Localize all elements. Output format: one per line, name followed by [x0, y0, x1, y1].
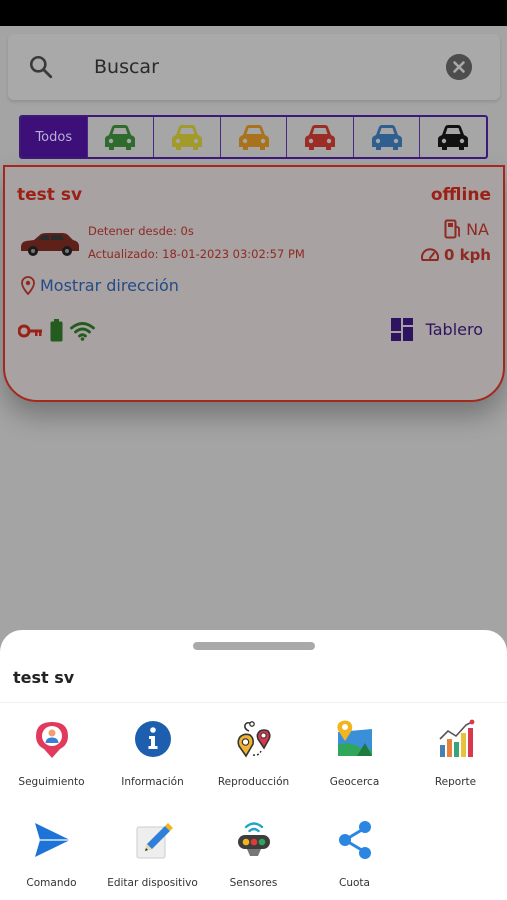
last-updated: Actualizado: 18-01-2023 03:02:57 PM	[88, 247, 305, 261]
action-sensors-label: Sensores	[229, 877, 278, 889]
car-yellow-icon	[171, 125, 202, 150]
playback-icon	[236, 721, 271, 758]
action-playback-label: Reproducción	[217, 776, 290, 788]
clear-search-icon[interactable]	[446, 54, 472, 80]
info-icon	[134, 721, 171, 757]
speed-value: 0 kph	[443, 246, 491, 264]
filter-yellow-button[interactable]	[153, 117, 220, 157]
filter-green-button[interactable]	[86, 117, 154, 157]
dashboard-label: Tablero	[425, 320, 483, 339]
stopped-since: Detener desde: 0s	[88, 224, 194, 238]
battery-icon	[50, 319, 63, 342]
actions-bottom-sheet: test sv Seguimiento Información Reproduc…	[0, 630, 507, 900]
speed-info: 0 kph	[420, 246, 491, 264]
action-info-label: Información	[121, 776, 184, 788]
geofence-icon	[336, 720, 372, 756]
action-edit-device-label: Editar dispositivo	[107, 877, 198, 889]
search-icon[interactable]	[28, 54, 54, 80]
action-info[interactable]: Información	[102, 719, 203, 788]
share-icon	[338, 821, 371, 859]
sensors-icon	[237, 822, 270, 856]
dashboard-icon	[390, 318, 413, 341]
action-report[interactable]: Reporte	[405, 719, 506, 788]
action-sensors[interactable]: Sensores	[203, 820, 304, 889]
status-bar	[0, 0, 507, 26]
car-red-icon	[305, 125, 336, 150]
car-green-icon	[105, 125, 136, 150]
ignition-key-icon	[18, 324, 42, 337]
car-orange-icon	[238, 125, 269, 150]
filter-all-label: Todos	[35, 129, 73, 145]
edit-device-icon	[136, 823, 173, 859]
show-address-label: Mostrar dirección	[40, 276, 179, 295]
sheet-drag-handle[interactable]	[193, 642, 315, 650]
action-command[interactable]: Comando	[1, 820, 102, 889]
action-playback[interactable]: Reproducción	[203, 719, 304, 788]
command-icon	[34, 823, 70, 857]
signal-wifi-icon	[70, 321, 95, 341]
action-geofence-label: Geocerca	[329, 776, 380, 788]
sheet-title: test sv	[13, 668, 75, 687]
action-command-label: Comando	[26, 877, 77, 889]
filter-red-button[interactable]	[286, 117, 353, 157]
action-tracking[interactable]: Seguimiento	[1, 719, 102, 788]
tracking-icon	[35, 722, 68, 758]
action-share-label: Cuota	[339, 877, 370, 889]
vehicle-filter-bar: Todos	[19, 115, 488, 159]
search-bar	[8, 34, 500, 100]
device-name: test sv	[17, 185, 83, 205]
car-blue-icon	[371, 125, 402, 150]
dashboard-button[interactable]: Tablero	[390, 318, 483, 341]
filter-all-button[interactable]: Todos	[21, 117, 87, 157]
action-tracking-label: Seguimiento	[18, 776, 85, 788]
location-pin-icon	[21, 276, 35, 295]
speedometer-icon	[420, 248, 439, 261]
action-report-label: Reporte	[434, 776, 477, 788]
show-address-link[interactable]: Mostrar dirección	[21, 276, 179, 295]
sheet-divider	[0, 702, 507, 703]
action-edit-device[interactable]: Editar dispositivo	[102, 820, 203, 889]
device-indicators	[18, 319, 95, 342]
action-geofence[interactable]: Geocerca	[304, 719, 405, 788]
filter-orange-button[interactable]	[219, 117, 287, 157]
fuel-value: NA	[466, 219, 489, 239]
fuel-icon	[444, 219, 461, 239]
filter-black-button[interactable]	[419, 117, 486, 157]
vehicle-photo	[21, 233, 79, 256]
filter-blue-button[interactable]	[352, 117, 420, 157]
device-status: offline	[430, 185, 491, 205]
action-share[interactable]: Cuota	[304, 820, 405, 889]
car-black-icon	[438, 125, 469, 150]
device-card[interactable]: test sv offline Detener desde: 0s Actual…	[3, 165, 505, 402]
search-input[interactable]	[94, 54, 424, 80]
report-icon	[438, 719, 474, 757]
fuel-info: NA	[444, 219, 489, 239]
